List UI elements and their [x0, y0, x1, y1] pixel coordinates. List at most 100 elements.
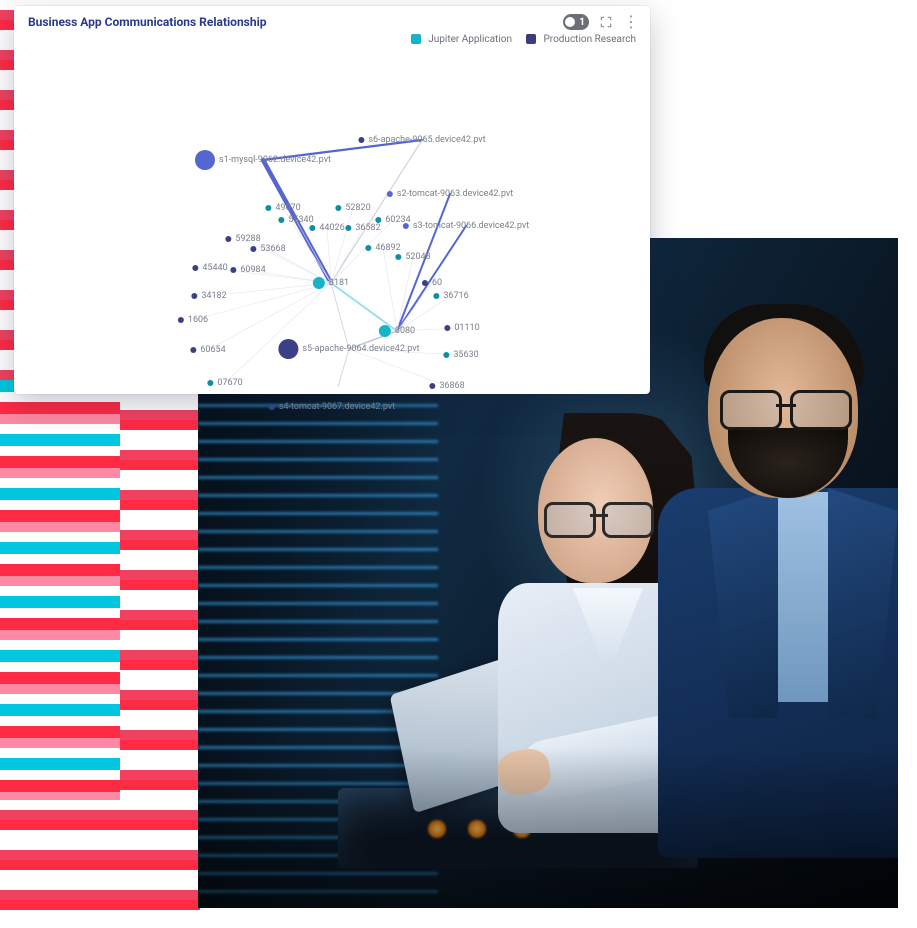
node-label: 52048	[405, 252, 430, 262]
node-dot	[375, 217, 381, 223]
node-label: 36716	[443, 291, 468, 301]
graph-edge	[193, 283, 331, 320]
legend-swatch-production	[526, 34, 536, 44]
panel-header: Business App Communications Relationship…	[14, 6, 650, 34]
node-label: 45440	[202, 263, 227, 273]
node-dot	[178, 317, 184, 323]
node-dot	[429, 383, 435, 389]
node-label: 60984	[240, 265, 265, 275]
legend-swatch-jupiter	[411, 34, 421, 44]
legend-label-jupiter: Jupiter Application	[428, 34, 512, 45]
photo-person-man	[668, 278, 898, 838]
node-label: s5-apache-9064.device42.pvt	[302, 344, 419, 354]
node-dot	[230, 267, 236, 273]
graph-node-n45440[interactable]: 45440	[192, 263, 227, 273]
node-dot	[190, 347, 196, 353]
graph-node-n44026[interactable]: 44026	[309, 223, 344, 233]
graph-node-s4-tomcat[interactable]: s4-tomcat-9067.device42.pvt	[269, 402, 395, 412]
graph-node-n36716[interactable]: 36716	[433, 291, 468, 301]
graph-node-n55340[interactable]: 55340	[278, 215, 313, 225]
graph-edge	[225, 283, 331, 383]
node-label: s3-tomcat-9066.device42.pvt	[413, 221, 529, 231]
graph-node-n49670[interactable]: 49670	[265, 203, 300, 213]
node-dot	[207, 380, 213, 386]
legend: Jupiter Application Production Research	[14, 34, 650, 47]
photo-desk	[338, 788, 698, 868]
graph-node-s6-apache[interactable]: s6-apache-9065.device42.pvt	[358, 135, 485, 145]
node-dot	[379, 325, 391, 337]
node-dot	[335, 205, 341, 211]
graph-node-n60984[interactable]: 60984	[230, 265, 265, 275]
network-graph[interactable]: s1-mysql-9062.device42.pvt s6-apache-9065…	[14, 47, 650, 387]
node-dot	[443, 352, 449, 358]
graph-node-n1606[interactable]: 1606	[178, 315, 208, 325]
graph-node-n35630[interactable]: 35630	[443, 350, 478, 360]
node-dot	[444, 325, 450, 331]
node-label: 60654	[200, 345, 225, 355]
graph-node-s1-mysql[interactable]: s1-mysql-9062.device42.pvt	[195, 150, 331, 170]
graph-node-n8181[interactable]: 8181	[313, 277, 349, 289]
node-dot	[313, 277, 325, 289]
node-dot	[422, 280, 428, 286]
fullscreen-icon[interactable]	[599, 15, 613, 29]
node-label: 60	[432, 278, 442, 288]
graph-edges	[14, 47, 650, 387]
graph-node-n60654[interactable]: 60654	[190, 345, 225, 355]
graph-node-s3-tomcat[interactable]: s3-tomcat-9066.device42.pvt	[403, 221, 529, 231]
node-dot	[387, 191, 393, 197]
graph-edge	[331, 283, 397, 331]
graph-node-n59288[interactable]: 59288	[225, 234, 260, 244]
background-stripes-accent	[0, 380, 120, 800]
graph-node-s5-apache[interactable]: s5-apache-9064.device42.pvt	[278, 339, 419, 359]
node-label: 01110	[454, 323, 479, 333]
node-dot	[278, 339, 298, 359]
legend-item-jupiter[interactable]: Jupiter Application	[411, 34, 512, 45]
panel-tools: 1 ⋮	[563, 14, 638, 30]
node-label: s1-mysql-9062.device42.pvt	[219, 155, 331, 165]
graph-node-n60234[interactable]: 60234	[375, 215, 410, 225]
graph-node-n8080[interactable]: 8080	[379, 325, 415, 337]
node-label: s2-tomcat-9063.device42.pvt	[397, 189, 513, 199]
graph-node-n53668[interactable]: 53668	[250, 244, 285, 254]
node-dot	[269, 404, 275, 410]
node-dot	[191, 293, 197, 299]
relationship-panel: Business App Communications Relationship…	[14, 6, 650, 394]
node-dot	[250, 246, 256, 252]
node-dot	[365, 245, 371, 251]
node-label: 34182	[201, 291, 226, 301]
node-dot	[192, 265, 198, 271]
node-label: 53668	[260, 244, 285, 254]
node-dot	[433, 293, 439, 299]
graph-node-n36868[interactable]: 36868	[429, 381, 464, 391]
graph-node-n60[interactable]: 60	[422, 278, 442, 288]
node-dot	[225, 236, 231, 242]
node-label: 52820	[345, 203, 370, 213]
node-dot	[265, 205, 271, 211]
node-label: 44026	[319, 223, 344, 233]
graph-node-n52048[interactable]: 52048	[395, 252, 430, 262]
node-label: 8080	[395, 326, 415, 336]
node-label: 07670	[217, 378, 242, 388]
more-menu-icon[interactable]: ⋮	[623, 17, 638, 27]
node-dot	[309, 225, 315, 231]
node-label: 35630	[453, 350, 478, 360]
node-label: s4-tomcat-9067.device42.pvt	[279, 402, 395, 412]
node-dot	[358, 137, 364, 143]
filter-count-pill[interactable]: 1	[563, 14, 589, 30]
panel-title: Business App Communications Relationship	[28, 15, 267, 29]
node-label: 1606	[188, 315, 208, 325]
node-label: 8181	[329, 278, 349, 288]
graph-node-s2-tomcat[interactable]: s2-tomcat-9063.device42.pvt	[387, 189, 513, 199]
legend-item-production[interactable]: Production Research	[526, 34, 636, 45]
graph-node-n52820[interactable]: 52820	[335, 203, 370, 213]
graph-node-n07670[interactable]: 07670	[207, 378, 242, 388]
node-label: 49670	[275, 203, 300, 213]
graph-node-n34182[interactable]: 34182	[191, 291, 226, 301]
node-label: s6-apache-9065.device42.pvt	[368, 135, 485, 145]
graph-node-n01110[interactable]: 01110	[444, 323, 479, 333]
node-label: 59288	[235, 234, 260, 244]
node-dot	[395, 254, 401, 260]
node-dot	[278, 217, 284, 223]
node-dot	[195, 150, 215, 170]
legend-label-production: Production Research	[543, 34, 636, 45]
